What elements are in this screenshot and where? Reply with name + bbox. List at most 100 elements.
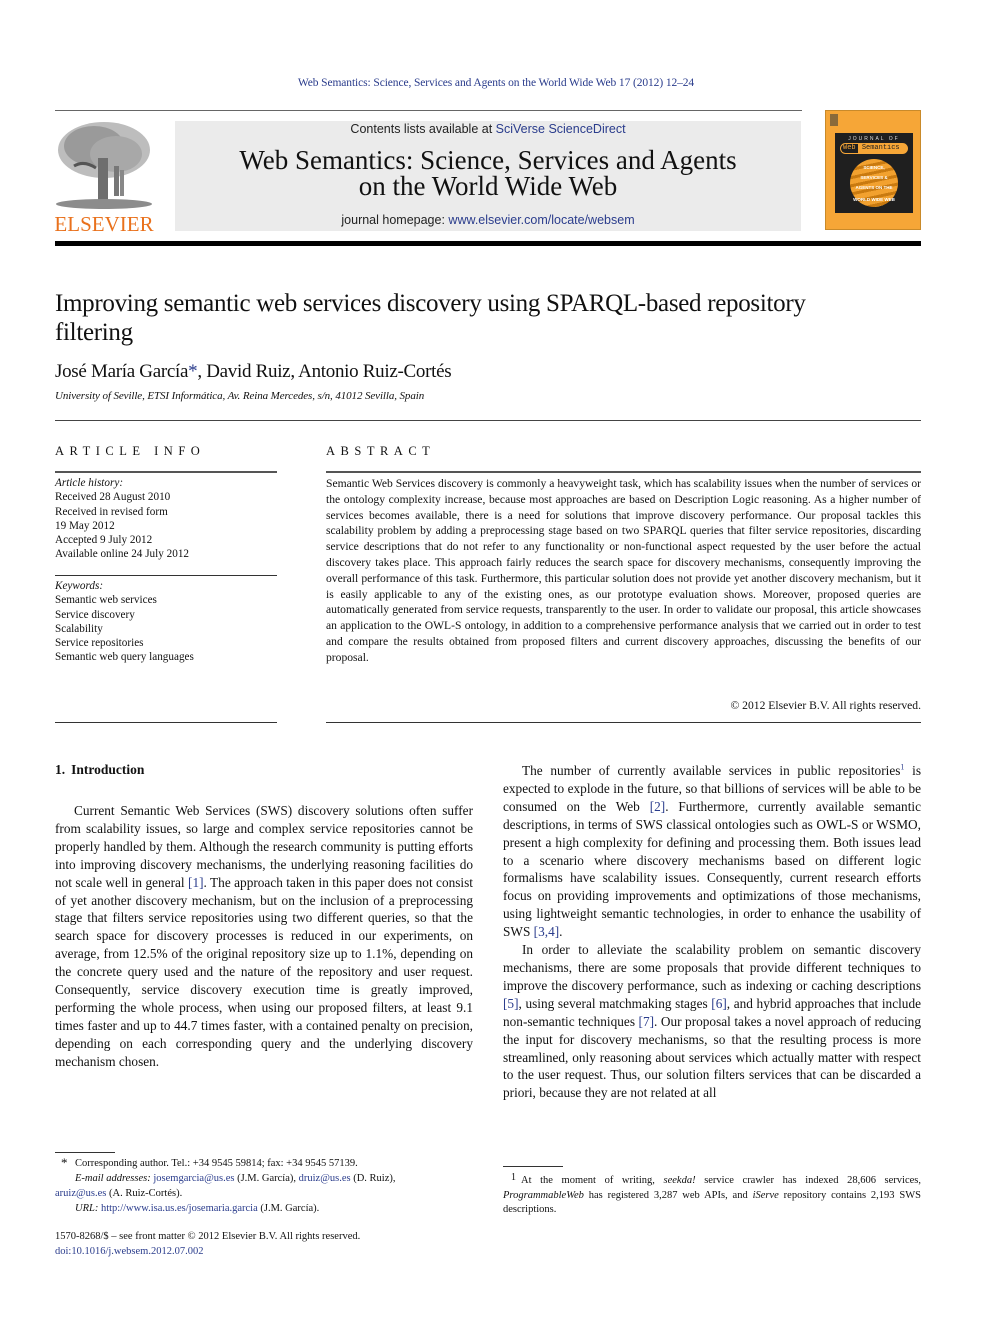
cover-badge: Web Semantics [840,143,908,154]
journal-cover-thumbnail[interactable]: JOURNAL OF Web Semantics SCIENCE, SERVIC… [825,110,921,230]
footnote-rule [55,1152,115,1153]
cover-badge-right: Semantics [861,144,900,152]
masthead-thick-rule [55,241,921,246]
keywords: Keywords: Semantic web services Service … [55,579,277,665]
article-history-heading: Article history: [55,477,124,489]
citation-link[interactable]: [2] [650,799,666,814]
abstract-text: Semantic Web Services discovery is commo… [326,477,921,664]
body-column-left: Current Semantic Web Services (SWS) disc… [55,802,473,1071]
text-run: In order to alleviate the scalability pr… [503,942,921,993]
history-item: Received 28 August 2010 [55,491,171,504]
publisher-name: ELSEVIER [54,212,154,236]
keyword-item: Service repositories [55,637,144,650]
footnote-1: 1 At the moment of writing, seekda! servi… [503,1171,921,1218]
body-paragraph: The number of currently available servic… [503,762,921,941]
homepage-link[interactable]: www.elsevier.com/locate/websem [448,213,634,227]
footnote-number: 1 [511,1172,516,1183]
url-owner: (J.M. García). [260,1203,320,1214]
text-run: service crawler has indexed 28,606 servi… [695,1175,921,1186]
text-run: has registered 3,287 web APIs, and [583,1189,753,1201]
running-head: Web Semantics: Science, Services and Age… [297,77,695,89]
cover-line: SERVICES & [860,175,888,180]
abstract-label: ABSTRACT [326,444,436,458]
keywords-heading: Keywords: [55,580,104,592]
text-run: seekda! [663,1175,696,1186]
footnote-rule [503,1166,563,1167]
journal-title-line1: Web Semantics: Science, Services and Age… [239,145,737,175]
url-line: URL: http://www.isa.us.es/josemaria.garc… [55,1201,475,1216]
email-link[interactable]: druiz@us.es [299,1173,351,1184]
section-heading: 1. Introduction [55,762,144,778]
citation-link[interactable]: [5] [503,996,519,1011]
homepage-url-link[interactable]: http://www.isa.us.es/josemaria.garcia [101,1203,258,1214]
history-item: Received in revised form [55,505,168,518]
affiliation: University of Seville, ETSI Informática,… [55,390,425,402]
sciencedirect-link[interactable]: SciVerse ScienceDirect [496,122,626,136]
citation-link[interactable]: [1] [188,875,204,890]
article-info-bottom-rule [55,722,277,723]
header-rule [55,110,802,111]
email-link[interactable]: aruiz@us.es [55,1188,106,1199]
front-matter: 1570-8268/$ – see front matter © 2012 El… [55,1229,360,1259]
title-rule [55,420,921,421]
article-title: Improving semantic web services discover… [55,290,806,346]
email-owner: (D. Ruiz), [353,1173,396,1184]
citation-link[interactable]: [6] [711,996,727,1011]
abstract-copyright: © 2012 Elsevier B.V. All rights reserved… [730,699,921,712]
text-run: The number of currently available servic… [522,763,901,778]
keywords-rule [55,575,277,576]
homepage-line: journal homepage: www.elsevier.com/locat… [175,213,801,227]
cover-line: AGENTS ON THE [855,185,893,190]
journal-masthead: Contents lists available at SciVerse Sci… [175,121,801,231]
keyword-item: Scalability [55,622,103,635]
cover-publisher-icon [830,114,838,126]
citation-link[interactable]: [3,4] [534,924,559,939]
author-name[interactable]: Antonio Ruiz-Cortés [298,361,451,382]
cover-line: SCIENCE, [863,165,885,170]
keyword-item: Service discovery [55,608,135,621]
body-column-right: The number of currently available servic… [503,762,921,1102]
elsevier-tree-icon [56,122,152,209]
email-label: E-mail addresses: [75,1173,151,1184]
body-paragraph: In order to alleviate the scalability pr… [503,941,921,1102]
email-owner: (J.M. García), [237,1173,296,1184]
cover-journal-of: JOURNAL OF [848,136,900,142]
abstract-bottom-rule [326,722,921,723]
text-run: , using several matchmaking stages [518,995,712,1011]
issn-line: 1570-8268/$ – see front matter © 2012 El… [55,1231,361,1242]
elsevier-logo[interactable]: ELSEVIER [54,118,154,236]
citation-link[interactable]: [7] [639,1014,655,1029]
cover-panel: JOURNAL OF Web Semantics SCIENCE, SERVIC… [835,133,913,213]
email-owner: (A. Ruiz-Cortés). [109,1188,183,1199]
contents-prefix: Contents lists available at [350,122,496,136]
corresponding-author-mark[interactable]: * [188,361,198,382]
footnote-star: * [61,1155,68,1170]
corresponding-author-footnote: * Corresponding author. Tel.: +34 9545 5… [55,1155,475,1216]
text-run: At the moment of writing, [521,1175,664,1186]
journal-title: Web Semantics: Science, Services and Age… [175,145,801,200]
author-name[interactable]: David Ruiz [206,361,290,382]
article-info-label: ARTICLE INFO [55,444,206,458]
cover-badge-left: Web [841,144,858,153]
text-run: . Furthermore, currently available seman… [503,798,921,940]
section-number: 1. [55,762,66,777]
history-item: Available online 24 July 2012 [55,548,190,561]
history-item: Accepted 9 July 2012 [55,534,153,547]
article-info-rule [55,471,277,473]
contents-line: Contents lists available at SciVerse Sci… [175,122,801,136]
cover-line: WORLD WIDE WEB [853,197,895,202]
doi-link[interactable]: doi:10.1016/j.websem.2012.07.002 [55,1246,203,1257]
email-line: aruiz@us.es (A. Ruiz-Cortés). [55,1186,475,1201]
abstract-rule [326,471,921,473]
author-name[interactable]: José María García [55,361,188,382]
section-title: Introduction [71,762,145,777]
text-run: ProgrammableWeb [503,1189,584,1201]
email-link[interactable]: josemgarcia@us.es [153,1173,234,1184]
text-run: . The approach taken in this paper does … [55,874,473,1069]
text-run: . [559,924,563,940]
article-history: Article history: Received 28 August 2010… [55,476,277,562]
corresponding-author-contact: Corresponding author. Tel.: +34 9545 598… [75,1158,358,1169]
keyword-item: Semantic web query languages [55,651,194,664]
homepage-prefix: journal homepage: [341,213,449,227]
history-item: 19 May 2012 [55,519,115,532]
